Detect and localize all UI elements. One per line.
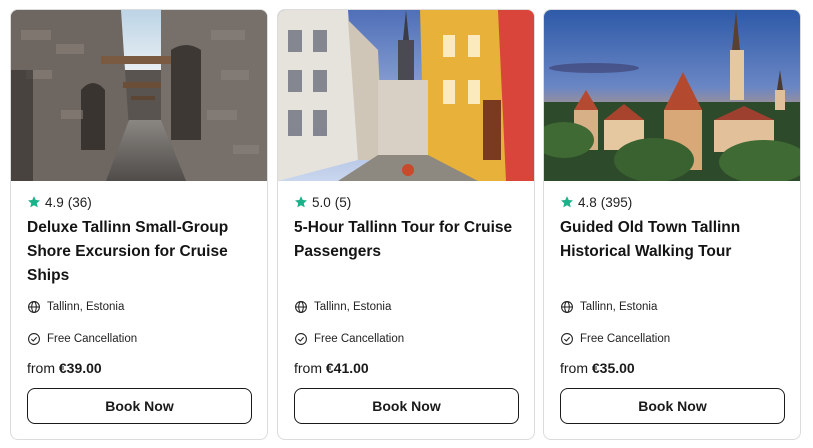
tour-location: Tallinn, Estonia — [294, 298, 391, 316]
cancellation-policy: Free Cancellation — [560, 330, 670, 348]
rating-value: 4.9 — [45, 194, 64, 210]
book-now-button[interactable]: Book Now — [560, 388, 785, 424]
review-count: (5) — [334, 194, 352, 210]
check-circle-icon — [561, 333, 573, 345]
star-icon — [561, 196, 573, 208]
cancellation-policy: Free Cancellation — [27, 330, 137, 348]
tour-card-list: 4.9 (36) Deluxe Tallinn Small-Group Shor… — [0, 0, 813, 448]
book-now-button[interactable]: Book Now — [294, 388, 519, 424]
tour-photo-skyline-sunset[interactable] — [544, 10, 800, 181]
rating: 4.8 (395) — [560, 193, 632, 211]
globe-icon — [561, 301, 573, 313]
rating: 5.0 (5) — [294, 193, 351, 211]
location-label: Tallinn, Estonia — [47, 301, 125, 313]
star-icon — [28, 196, 40, 208]
price: from €39.00 — [27, 360, 102, 376]
review-count: (395) — [600, 194, 633, 210]
check-circle-icon — [28, 333, 40, 345]
price: from €41.00 — [294, 360, 369, 376]
tour-photo-colorful-street[interactable] — [278, 10, 534, 181]
location-label: Tallinn, Estonia — [314, 301, 392, 313]
cancellation-label: Free Cancellation — [580, 333, 671, 345]
tour-photo-stone-archway[interactable] — [11, 10, 267, 181]
rating: 4.9 (36) — [27, 193, 92, 211]
globe-icon — [295, 301, 307, 313]
cancellation-label: Free Cancellation — [314, 333, 405, 345]
globe-icon — [28, 301, 40, 313]
price-prefix: from — [560, 360, 588, 376]
price-amount: €35.00 — [591, 360, 635, 376]
check-circle-icon — [295, 333, 307, 345]
rating-value: 5.0 — [312, 194, 331, 210]
book-now-button[interactable]: Book Now — [27, 388, 252, 424]
star-icon — [295, 196, 307, 208]
tour-title[interactable]: Guided Old Town Tallinn Historical Walki… — [560, 216, 788, 264]
old-town-skyline-sunset-image — [544, 10, 800, 181]
review-count: (36) — [67, 194, 92, 210]
rating-value: 4.8 — [578, 194, 597, 210]
tour-location: Tallinn, Estonia — [27, 298, 124, 316]
cancellation-policy: Free Cancellation — [294, 330, 404, 348]
cancellation-label: Free Cancellation — [47, 333, 138, 345]
price-amount: €39.00 — [58, 360, 102, 376]
tour-card[interactable]: 4.8 (395) Guided Old Town Tallinn Histor… — [543, 9, 801, 440]
tour-title[interactable]: 5-Hour Tallinn Tour for Cruise Passenger… — [294, 216, 522, 264]
tour-location: Tallinn, Estonia — [560, 298, 657, 316]
price-prefix: from — [294, 360, 322, 376]
colorful-old-town-street-image — [278, 10, 534, 181]
price: from €35.00 — [560, 360, 635, 376]
price-prefix: from — [27, 360, 55, 376]
stone-archway-street-image — [11, 10, 267, 181]
tour-card[interactable]: 4.9 (36) Deluxe Tallinn Small-Group Shor… — [10, 9, 268, 440]
tour-title[interactable]: Deluxe Tallinn Small-Group Shore Excursi… — [27, 216, 255, 288]
location-label: Tallinn, Estonia — [580, 301, 658, 313]
tour-card[interactable]: 5.0 (5) 5-Hour Tallinn Tour for Cruise P… — [277, 9, 535, 440]
price-amount: €41.00 — [325, 360, 369, 376]
